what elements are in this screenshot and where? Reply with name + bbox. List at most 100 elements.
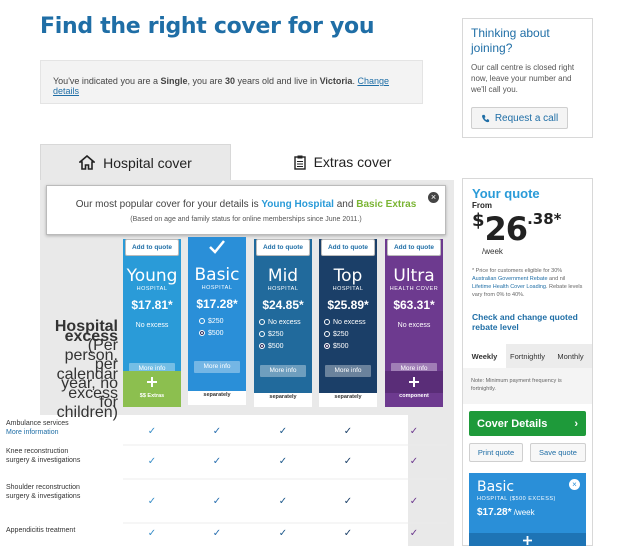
rebate-link[interactable]: Australian Government Rebate [472,276,548,282]
plan-subtitle: HEALTH COVER [389,286,439,292]
plan-subtitle: HOSPITAL [267,286,299,292]
cover-details-button[interactable]: Cover Details › [469,411,586,436]
excess-options: No excess $250 $500 [259,317,312,353]
plan-subtitle: HOSPITAL [332,286,364,292]
excess-label: $500 [268,343,284,350]
cover-details-label: Cover Details [477,417,548,430]
radio-icon [324,331,330,337]
join-title: Thinking about joining? [471,26,550,55]
excess-label: $250 [208,318,224,325]
request-call-button[interactable]: Request a call [471,107,568,129]
check-icon: ✓ [148,496,156,507]
tab-weekly[interactable]: Weekly [463,344,506,368]
check-icon: ✓ [410,528,418,539]
radio-icon [259,331,265,337]
radio-icon [324,319,330,325]
ambulance-label: Ambulance services [6,420,69,427]
excess-label: $500 [333,343,349,350]
popular-note: (Based on age and family status for onli… [130,216,362,223]
tab-fortnightly[interactable]: Fortnightly [506,344,549,368]
house-icon [79,155,96,170]
check-icon: ✓ [279,528,287,539]
quote-per: /week [482,247,503,256]
check-row-ambulance: ✓ ✓ ✓ ✓ ✓ [148,426,418,437]
page: Find the right cover for you You've indi… [0,0,638,546]
popular-text-part: and [333,199,357,210]
check-icon: ✓ [213,456,221,467]
price-cents: .38* [527,210,562,228]
excess-radio-500[interactable]: $500 [199,328,246,340]
clipboard-icon [293,155,306,170]
selected-check-icon [188,237,246,256]
more-info-button[interactable]: More info [194,361,240,373]
radio-icon [324,343,330,349]
plan-name: Young [126,266,178,286]
plan-name: Basic [194,265,240,285]
quote-price: $26.38* [472,210,561,248]
price-currency: $ [472,210,485,231]
selected-plan-subtitle: HOSPITAL ($500 EXCESS) [477,496,556,502]
check-row-shoulder: ✓ ✓ ✓ ✓ ✓ [148,496,418,507]
cover-tabs: Hospital cover Extras cover [40,144,454,180]
fine-text: * Price for customers eligible for 30% [472,268,563,274]
tab-monthly[interactable]: Monthly [549,344,592,368]
plan-header: Add to quote Ultra HEALTH COVER $63.31* … [385,239,443,393]
add-to-quote-button[interactable]: Add to quote [256,239,310,256]
radio-icon [199,330,205,336]
tab-extras-cover[interactable]: Extras cover [231,144,454,180]
summary-status: Single [160,76,188,86]
plan-header: Add to quote Mid HOSPITAL $24.85* No exc… [254,239,312,393]
details-summary: You've indicated you are a Single, you a… [40,60,423,104]
close-icon[interactable]: × [428,192,439,203]
excess-radio-none[interactable]: No excess [259,317,312,329]
more-information-link[interactable]: More information [6,429,59,436]
check-icon: ✓ [213,528,221,539]
excess-label: No excess [268,319,301,326]
chevron-right-icon: › [574,417,578,430]
check-icon: ✓ [344,528,352,539]
plan-column-ultra: Add to quote Ultra HEALTH COVER $63.31* … [385,237,443,407]
summary-state: Victoria [319,76,353,86]
request-call-label: Request a call [494,112,559,124]
excess-options: No excess $250 $500 [324,317,377,353]
price-dollars: 26 [484,210,529,248]
excess-option: No excess [397,322,431,329]
check-icon: ✓ [213,496,221,507]
excess-radio-250[interactable]: $250 [199,316,246,328]
join-text: Our call centre is closed right now, lea… [471,63,575,94]
plan-header: Basic HOSPITAL $17.28* $250 $500 More in… [188,237,246,391]
excess-radio-500[interactable]: $500 [324,341,377,353]
close-icon[interactable]: × [569,479,580,490]
plan-column-young: Add to quote Young HOSPITAL $17.81* No e… [123,237,181,407]
plan-header: Add to quote Top HOSPITAL $25.89* No exc… [319,239,377,393]
save-quote-button[interactable]: Save quote [530,443,586,462]
plan-price: $17.81* [131,298,173,312]
plan-subtitle: HOSPITAL [201,285,233,291]
add-to-quote-button[interactable]: Add to quote [387,239,441,256]
tab-hospital-cover[interactable]: Hospital cover [40,144,231,180]
more-info-button[interactable]: More info [260,365,306,377]
check-row-knee: ✓ ✓ ✓ ✓ ✓ [148,456,418,467]
excess-radio-250[interactable]: $250 [324,329,377,341]
excess-option: No excess [135,322,169,329]
add-to-quote-button[interactable]: Add to quote [321,239,375,256]
selected-plan-amount: $17.28* [477,507,512,518]
loading-link[interactable]: Lifetime Health Cover Loading [472,284,546,290]
excess-radio-none[interactable]: No excess [324,317,377,329]
summary-text: , you are [187,76,226,86]
plus-bar [123,371,181,393]
excess-radio-500[interactable]: $500 [259,341,312,353]
more-info-button[interactable]: More info [325,365,371,377]
summary-text: You've indicated you are a [53,76,161,86]
check-icon: ✓ [279,426,287,437]
plan-column-top: Add to quote Top HOSPITAL $25.89* No exc… [319,237,377,407]
selected-plan-price: $17.28* /week [477,507,578,518]
excess-label: $500 [208,330,224,337]
add-to-quote-button[interactable]: Add to quote [125,239,179,256]
excess-label: No excess [333,319,366,326]
change-rebate-link[interactable]: Check and change quoted rebate level [472,312,584,332]
plan-subtitle: HOSPITAL [136,286,168,292]
print-quote-button[interactable]: Print quote [469,443,523,462]
excess-radio-250[interactable]: $250 [259,329,312,341]
plus-icon [147,377,157,387]
